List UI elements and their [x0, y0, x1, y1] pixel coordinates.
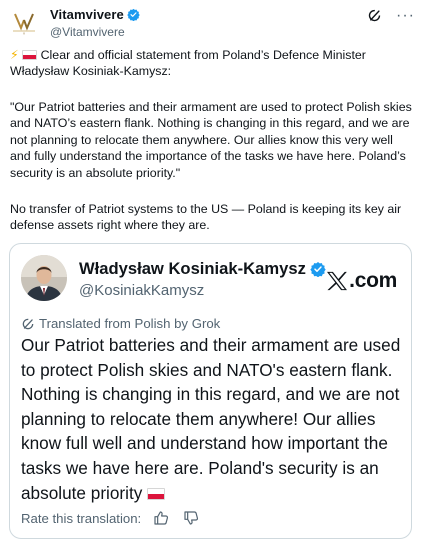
- x-brand-text: .com: [349, 269, 397, 292]
- poland-flag-emoji: [22, 50, 38, 60]
- quoted-author-name[interactable]: Władysław Kosiniak-Kamysz: [79, 259, 306, 279]
- translation-note: Translated from Polish by Grok: [21, 316, 220, 331]
- verified-badge-icon: [127, 8, 140, 21]
- thumbs-up-button[interactable]: [153, 510, 169, 526]
- lightning-emoji: ⚡: [10, 48, 19, 62]
- thumbs-up-icon: [154, 511, 169, 525]
- thumbs-down-icon: [184, 511, 199, 525]
- quoted-header: Władysław Kosiniak-Kamysz @KosiniakKamys…: [21, 255, 397, 301]
- author-handle: @Vitamvivere: [50, 25, 125, 39]
- tweet-header: V Vitamvivere @Vitamvivere ···: [10, 6, 415, 42]
- quoted-author-handle: @KosiniakKamysz: [79, 282, 205, 299]
- tweet-intro: ⚡ Clear and official statement from Pola…: [10, 47, 416, 80]
- rate-translation-row: Rate this translation:: [21, 510, 199, 526]
- tweet: V Vitamvivere @Vitamvivere ··· ⚡ Clear a…: [0, 0, 423, 550]
- translate-icon: [22, 318, 34, 329]
- quoted-text-block: Our Patriot batteries and their armament…: [21, 333, 405, 505]
- intro-text: Clear and official statement from Poland…: [10, 48, 366, 79]
- verified-badge-icon: [310, 262, 326, 277]
- quoted-text: Our Patriot batteries and their armament…: [21, 335, 401, 503]
- svg-text:V: V: [23, 32, 26, 36]
- quoted-post-card[interactable]: Władysław Kosiniak-Kamysz @KosiniakKamys…: [9, 243, 412, 539]
- tweet-quote-text: "Our Patriot batteries and their armamen…: [10, 100, 412, 180]
- rate-label: Rate this translation:: [21, 510, 142, 526]
- thumbs-down-button[interactable]: [183, 510, 199, 526]
- x-logo-icon: .com: [326, 261, 397, 301]
- grok-icon[interactable]: [367, 8, 382, 23]
- quoted-avatar[interactable]: [21, 255, 67, 301]
- author-block: Vitamvivere @Vitamvivere: [50, 7, 140, 39]
- translated-label: Translated from Polish by Grok: [39, 316, 221, 331]
- tweet-closing-text: No transfer of Patriot systems to the US…: [10, 202, 402, 233]
- more-icon[interactable]: ···: [396, 7, 415, 23]
- poland-flag-emoji: [147, 487, 166, 500]
- author-name[interactable]: Vitamvivere: [50, 7, 124, 22]
- avatar[interactable]: V: [10, 9, 38, 37]
